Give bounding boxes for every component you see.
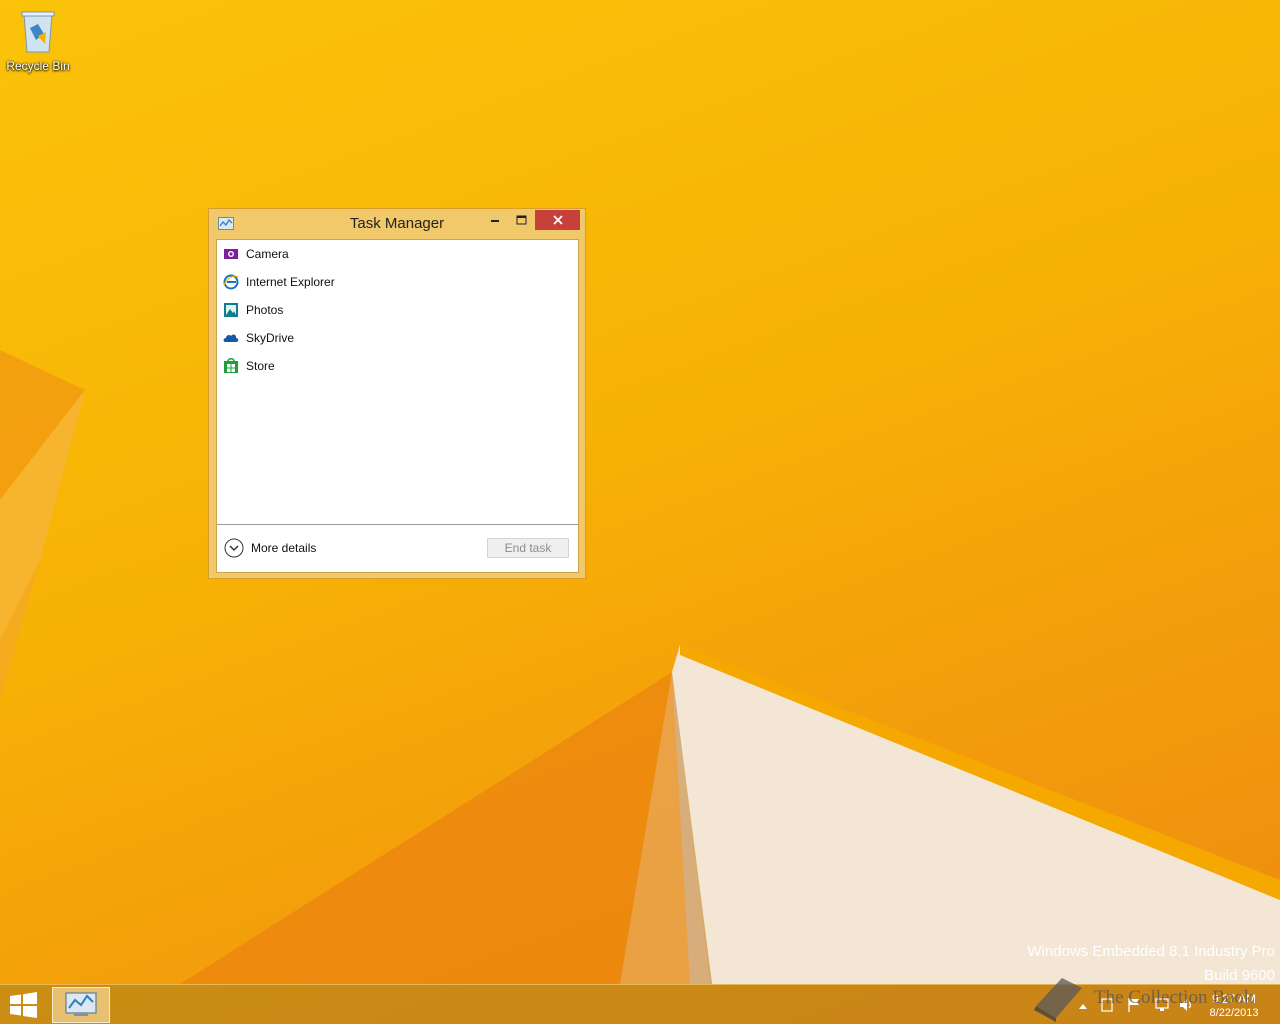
maximize-button[interactable] (508, 210, 534, 230)
store-icon (224, 358, 238, 373)
recycle-bin-shortcut[interactable]: Recycle Bin (2, 4, 74, 76)
wallpaper (0, 350, 1280, 984)
minimize-icon (491, 220, 499, 222)
task-manager-titlebar[interactable]: Task Manager (209, 209, 585, 239)
close-button[interactable] (535, 210, 580, 230)
collection-book-watermark: The Collection Book (1030, 974, 1280, 1024)
minimize-button[interactable] (482, 210, 508, 230)
edition-name: Windows Embedded 8.1 Industry Pro (1027, 943, 1275, 960)
app-label: Photos (246, 303, 284, 317)
more-details-label: More details (251, 541, 317, 555)
list-item-skydrive[interactable]: SkyDrive (217, 324, 578, 352)
app-label: SkyDrive (246, 331, 295, 345)
photos-icon (224, 303, 238, 317)
book-icon (1034, 978, 1082, 1022)
chevron-down-icon (224, 538, 244, 558)
skydrive-icon (223, 334, 239, 342)
windows-logo-icon (10, 992, 37, 1018)
recycle-bin-label: Recycle Bin (6, 59, 70, 73)
start-button[interactable] (0, 985, 50, 1024)
task-manager-window[interactable]: Task Manager Camera Internet Explorer Ph… (208, 208, 586, 579)
recycle-bin-icon (21, 11, 55, 53)
list-item-store[interactable]: Store (217, 352, 578, 380)
maximize-icon (516, 215, 526, 225)
watermark-label: The Collection Book (1094, 987, 1254, 1008)
list-item-internet-explorer[interactable]: Internet Explorer (217, 268, 578, 296)
app-label: Internet Explorer (246, 275, 335, 289)
desktop: Recycle Bin Task Manager Camera Internet… (0, 0, 1280, 1024)
task-manager-content: Camera Internet Explorer Photos SkyDrive… (216, 239, 579, 573)
more-details-button[interactable]: More details (224, 537, 334, 559)
app-label: Store (246, 359, 275, 373)
end-task-button[interactable]: End task (487, 538, 569, 558)
list-item-camera[interactable]: Camera (217, 240, 578, 268)
task-manager-app-icon (65, 992, 97, 1016)
app-label: Camera (246, 247, 289, 261)
close-icon (552, 215, 563, 225)
footer-divider (217, 524, 578, 525)
list-item-photos[interactable]: Photos (217, 296, 578, 324)
taskbar-task-manager-button[interactable] (52, 987, 110, 1023)
camera-icon (224, 249, 238, 259)
internet-explorer-icon (223, 274, 239, 290)
